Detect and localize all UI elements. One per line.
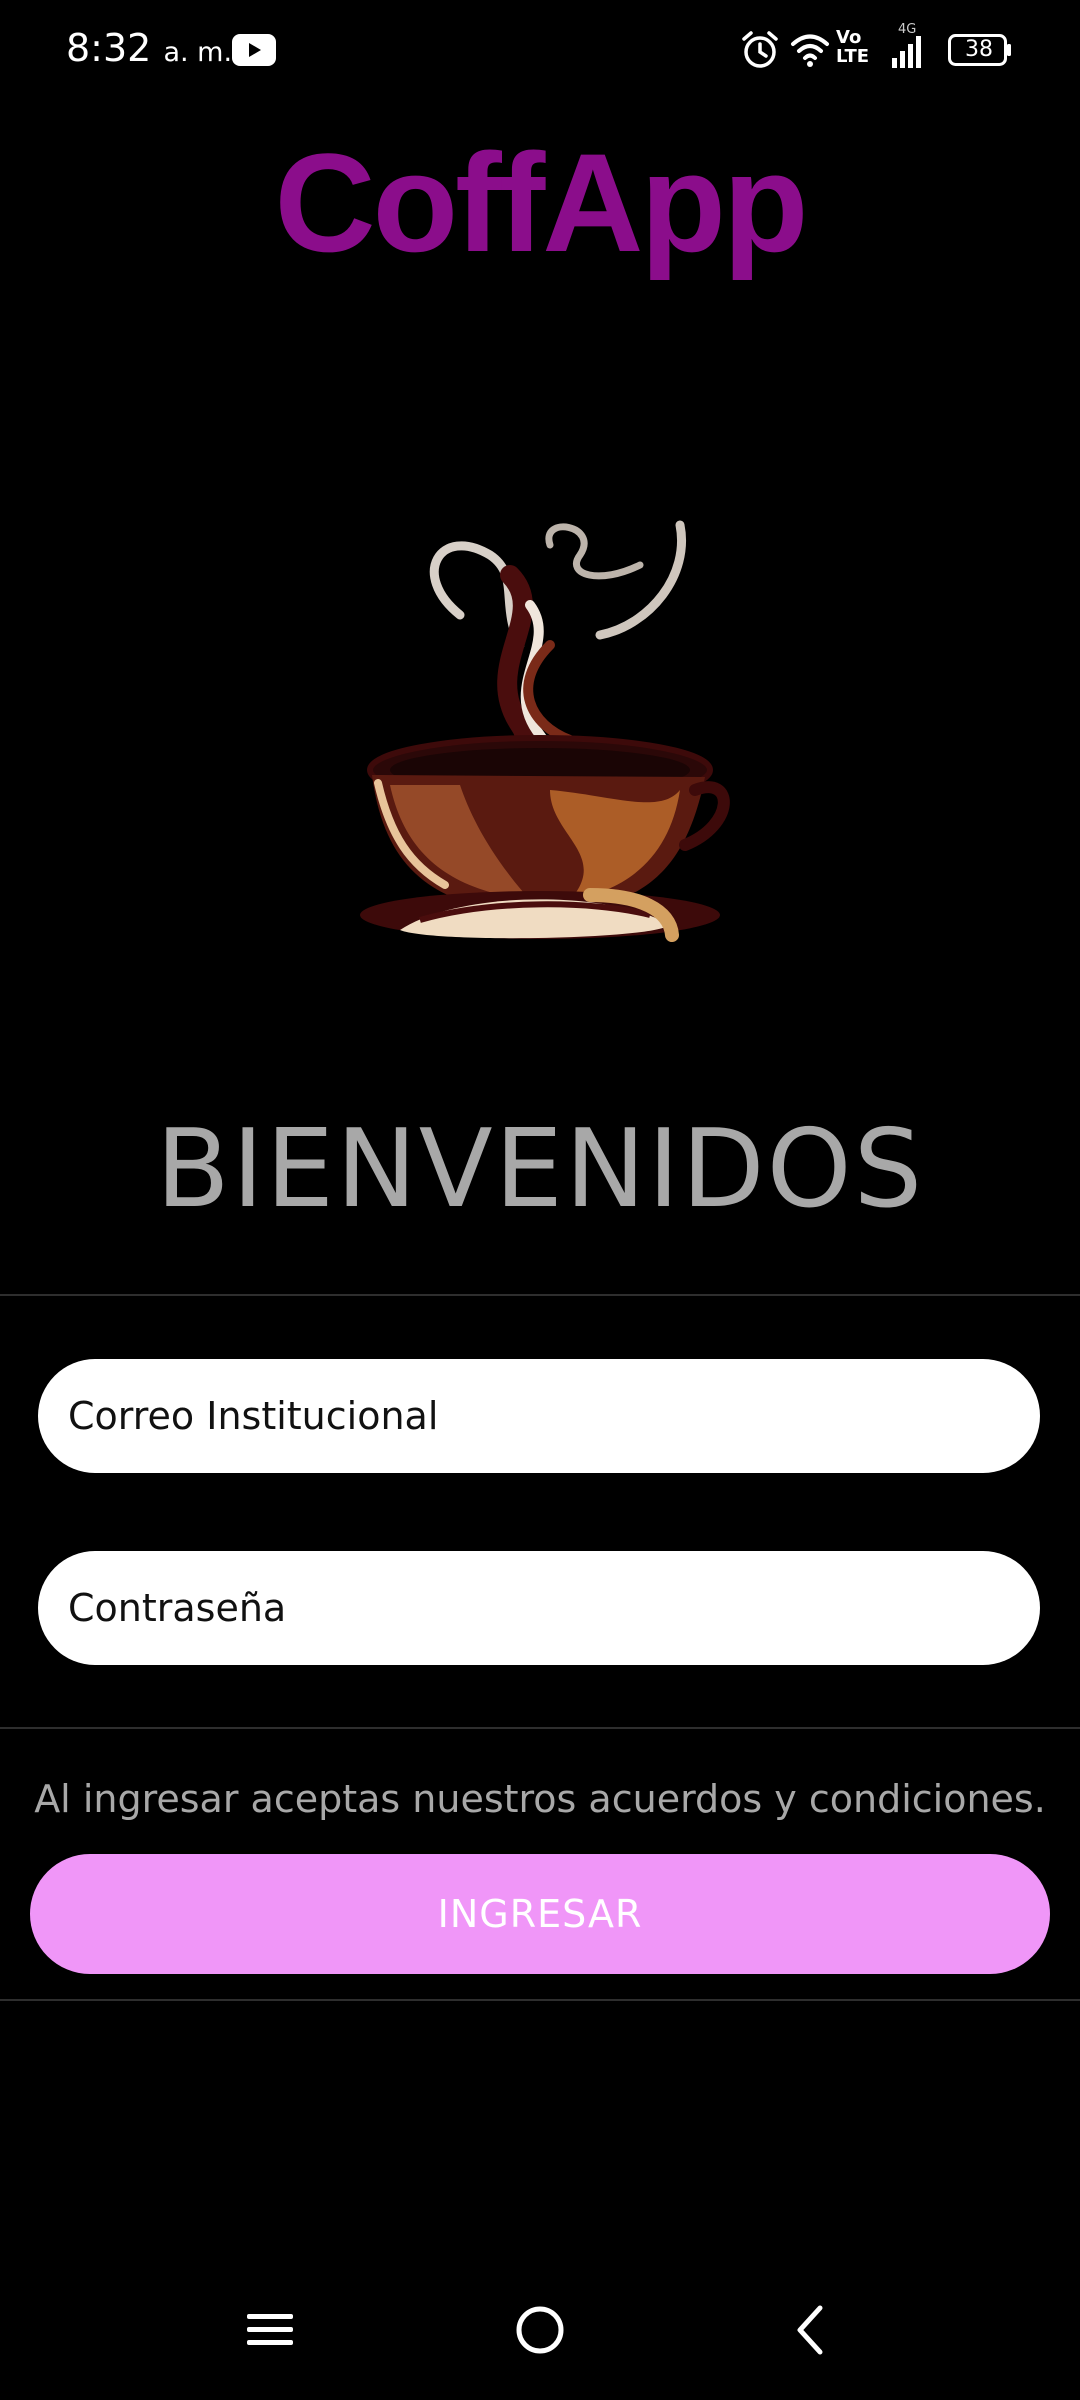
password-field[interactable] (66, 1585, 1040, 1631)
volte-indicator: Vo LTE (836, 28, 869, 66)
recents-button[interactable] (220, 2280, 320, 2380)
password-field-container[interactable] (38, 1551, 1040, 1665)
time-period: a. m. (163, 37, 233, 68)
time-value: 8:32 (66, 26, 152, 70)
back-chevron-icon (797, 2305, 823, 2355)
login-button[interactable]: INGRESAR (30, 1854, 1050, 1974)
divider-bottom (0, 1999, 1080, 2001)
email-field-container[interactable] (38, 1359, 1040, 1473)
welcome-heading: BIENVENIDOS (155, 1107, 925, 1232)
status-time: 8:32 a. m. (66, 26, 232, 70)
volte-line1: Vo (836, 27, 862, 48)
divider-middle (0, 1727, 1080, 1729)
volte-line2: LTE (836, 46, 870, 67)
app-title: CoffApp (274, 124, 808, 281)
home-button[interactable] (490, 2280, 590, 2380)
alarm-icon (742, 31, 778, 68)
email-field[interactable] (66, 1393, 1040, 1439)
status-bar: 8:32 a. m. Vo LTE 4G 38 (0, 0, 1080, 100)
wifi-icon (791, 34, 829, 67)
youtube-notification-icon (232, 34, 276, 66)
battery-level: 38 (965, 37, 993, 62)
back-button[interactable] (760, 2280, 860, 2380)
system-nav-bar (0, 2280, 1080, 2380)
home-circle-icon (516, 2306, 564, 2354)
coffee-cup-logo (360, 520, 730, 942)
signal-icon (892, 36, 921, 68)
divider-top (0, 1294, 1080, 1296)
terms-text: Al ingresar aceptas nuestros acuerdos y … (34, 1777, 1046, 1821)
menu-icon (247, 2314, 293, 2345)
